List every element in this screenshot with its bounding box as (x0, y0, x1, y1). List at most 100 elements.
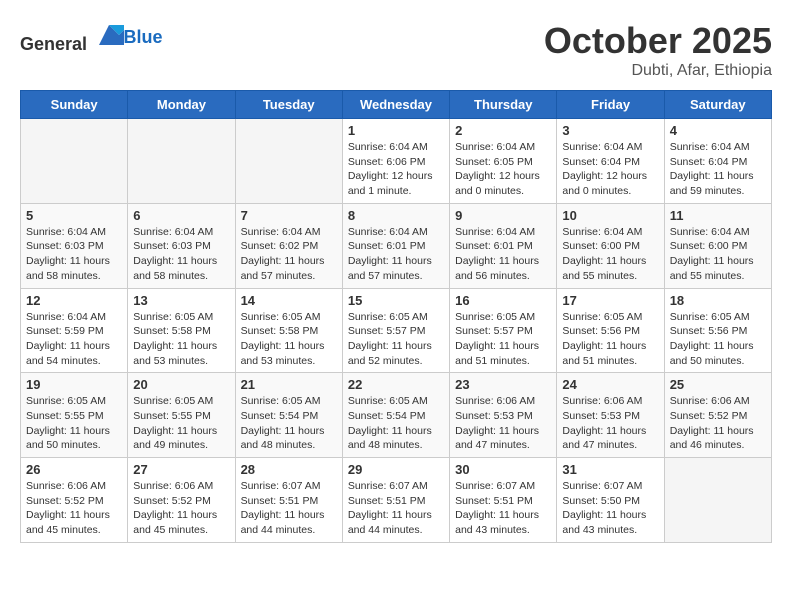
day-number: 6 (133, 208, 229, 223)
day-header-monday: Monday (128, 91, 235, 119)
day-number: 3 (562, 123, 658, 138)
day-number: 20 (133, 377, 229, 392)
calendar-cell: 16Sunrise: 6:05 AM Sunset: 5:57 PM Dayli… (450, 288, 557, 373)
logo-general: General (20, 34, 87, 54)
calendar-cell: 15 Sunrise: 6:05 AM Sunset: 5:57 PM Dayli… (342, 288, 449, 373)
calendar-cell: 18 Sunrise: 6:05 AM Sunset: 5:56 PM Dayli… (664, 288, 771, 373)
calendar-cell: 29Sunrise: 6:07 AM Sunset: 5:51 PM Dayli… (342, 458, 449, 543)
day-header-saturday: Saturday (664, 91, 771, 119)
day-info: Sunrise: 6:05 AM Sunset: 5:56 PM Dayligh… (562, 310, 658, 369)
day-info: Sunrise: 6:04 AM Sunset: 6:05 PM Dayligh… (455, 140, 551, 199)
day-number: 14 (241, 293, 337, 308)
day-number: 25 (670, 377, 766, 392)
day-info: Sunrise: 6:06 AM Sunset: 5:53 PM Dayligh… (562, 394, 658, 453)
day-number: 2 (455, 123, 551, 138)
calendar-cell: 2 Sunrise: 6:04 AM Sunset: 6:05 PM Daylig… (450, 119, 557, 204)
day-header-wednesday: Wednesday (342, 91, 449, 119)
logo: General Blue (20, 20, 163, 55)
day-info: Sunrise: 6:04 AM Sunset: 5:59 PM Dayligh… (26, 310, 122, 369)
calendar-week-1: 1Sunrise: 6:04 AM Sunset: 6:06 PM Daylig… (21, 119, 772, 204)
day-number: 5 (26, 208, 122, 223)
day-info: Sunrise: 6:04 AM Sunset: 6:03 PM Dayligh… (133, 225, 229, 284)
day-info: Sunrise: 6:05 AM Sunset: 5:56 PM Dayligh… (670, 310, 766, 369)
calendar-cell: 19 Sunrise: 6:05 AM Sunset: 5:55 PM Dayli… (21, 373, 128, 458)
day-info: Sunrise: 6:05 AM Sunset: 5:57 PM Dayligh… (455, 310, 551, 369)
day-header-friday: Friday (557, 91, 664, 119)
calendar-cell: 21Sunrise: 6:05 AM Sunset: 5:54 PM Dayli… (235, 373, 342, 458)
day-number: 15 (348, 293, 444, 308)
calendar-cell: 9 Sunrise: 6:04 AM Sunset: 6:01 PM Daylig… (450, 203, 557, 288)
day-info: Sunrise: 6:07 AM Sunset: 5:50 PM Dayligh… (562, 479, 658, 538)
day-number: 12 (26, 293, 122, 308)
day-number: 26 (26, 462, 122, 477)
day-number: 29 (348, 462, 444, 477)
calendar-cell: 14 Sunrise: 6:05 AM Sunset: 5:58 PM Dayli… (235, 288, 342, 373)
calendar-cell: 1Sunrise: 6:04 AM Sunset: 6:06 PM Daylig… (342, 119, 449, 204)
day-number: 17 (562, 293, 658, 308)
calendar-cell: 28 Sunrise: 6:07 AM Sunset: 5:51 PM Dayli… (235, 458, 342, 543)
day-number: 19 (26, 377, 122, 392)
day-number: 27 (133, 462, 229, 477)
day-number: 11 (670, 208, 766, 223)
location-title: Dubti, Afar, Ethiopia (544, 62, 772, 80)
day-info: Sunrise: 6:04 AM Sunset: 6:06 PM Dayligh… (348, 140, 444, 199)
day-info: Sunrise: 6:05 AM Sunset: 5:58 PM Dayligh… (133, 310, 229, 369)
calendar-cell: 13Sunrise: 6:05 AM Sunset: 5:58 PM Dayli… (128, 288, 235, 373)
calendar-cell: 22 Sunrise: 6:05 AM Sunset: 5:54 PM Dayli… (342, 373, 449, 458)
day-info: Sunrise: 6:06 AM Sunset: 5:52 PM Dayligh… (26, 479, 122, 538)
day-info: Sunrise: 6:06 AM Sunset: 5:52 PM Dayligh… (670, 394, 766, 453)
calendar-cell: 5Sunrise: 6:04 AM Sunset: 6:03 PM Daylig… (21, 203, 128, 288)
day-info: Sunrise: 6:04 AM Sunset: 6:04 PM Dayligh… (670, 140, 766, 199)
day-info: Sunrise: 6:07 AM Sunset: 5:51 PM Dayligh… (241, 479, 337, 538)
day-number: 28 (241, 462, 337, 477)
calendar-week-5: 26 Sunrise: 6:06 AM Sunset: 5:52 PM Dayli… (21, 458, 772, 543)
calendar-cell: 3 Sunrise: 6:04 AM Sunset: 6:04 PM Daylig… (557, 119, 664, 204)
day-info: Sunrise: 6:04 AM Sunset: 6:02 PM Dayligh… (241, 225, 337, 284)
calendar-cell: 11Sunrise: 6:04 AM Sunset: 6:00 PM Dayli… (664, 203, 771, 288)
page-header: General Blue October 2025 Dubti, Afar, E… (20, 20, 772, 80)
calendar-cell: 20 Sunrise: 6:05 AM Sunset: 5:55 PM Dayli… (128, 373, 235, 458)
day-info: Sunrise: 6:06 AM Sunset: 5:53 PM Dayligh… (455, 394, 551, 453)
calendar-cell (128, 119, 235, 204)
day-info: Sunrise: 6:04 AM Sunset: 6:04 PM Dayligh… (562, 140, 658, 199)
calendar-cell: 17 Sunrise: 6:05 AM Sunset: 5:56 PM Dayli… (557, 288, 664, 373)
calendar-cell: 24 Sunrise: 6:06 AM Sunset: 5:53 PM Dayli… (557, 373, 664, 458)
day-info: Sunrise: 6:05 AM Sunset: 5:54 PM Dayligh… (348, 394, 444, 453)
day-number: 4 (670, 123, 766, 138)
day-info: Sunrise: 6:06 AM Sunset: 5:52 PM Dayligh… (133, 479, 229, 538)
day-info: Sunrise: 6:05 AM Sunset: 5:57 PM Dayligh… (348, 310, 444, 369)
day-info: Sunrise: 6:04 AM Sunset: 6:01 PM Dayligh… (455, 225, 551, 284)
calendar-cell: 30Sunrise: 6:07 AM Sunset: 5:51 PM Dayli… (450, 458, 557, 543)
day-number: 24 (562, 377, 658, 392)
calendar-cell: 8Sunrise: 6:04 AM Sunset: 6:01 PM Daylig… (342, 203, 449, 288)
calendar-cell: 4 Sunrise: 6:04 AM Sunset: 6:04 PM Daylig… (664, 119, 771, 204)
day-info: Sunrise: 6:05 AM Sunset: 5:55 PM Dayligh… (133, 394, 229, 453)
calendar-cell: 12 Sunrise: 6:04 AM Sunset: 5:59 PM Dayli… (21, 288, 128, 373)
calendar-header-row: SundayMondayTuesdayWednesdayThursdayFrid… (21, 91, 772, 119)
day-info: Sunrise: 6:04 AM Sunset: 6:01 PM Dayligh… (348, 225, 444, 284)
calendar-week-3: 12 Sunrise: 6:04 AM Sunset: 5:59 PM Dayli… (21, 288, 772, 373)
calendar-cell: 10Sunrise: 6:04 AM Sunset: 6:00 PM Dayli… (557, 203, 664, 288)
day-info: Sunrise: 6:04 AM Sunset: 6:00 PM Dayligh… (562, 225, 658, 284)
day-info: Sunrise: 6:05 AM Sunset: 5:55 PM Dayligh… (26, 394, 122, 453)
month-title: October 2025 (544, 20, 772, 62)
logo-blue: Blue (124, 27, 163, 47)
day-number: 23 (455, 377, 551, 392)
calendar-week-2: 5 Sunrise: 6:04 AM Sunset: 6:03 PM Daylig… (21, 203, 772, 288)
logo-icon (94, 20, 124, 50)
calendar-cell (235, 119, 342, 204)
calendar-table: SundayMondayTuesdayWednesdayThursdayFrid… (20, 90, 772, 543)
day-info: Sunrise: 6:05 AM Sunset: 5:58 PM Dayligh… (241, 310, 337, 369)
day-number: 22 (348, 377, 444, 392)
day-number: 7 (241, 208, 337, 223)
day-header-thursday: Thursday (450, 91, 557, 119)
calendar-cell: 27 Sunrise: 6:06 AM Sunset: 5:52 PM Dayli… (128, 458, 235, 543)
day-header-sunday: Sunday (21, 91, 128, 119)
calendar-cell: 26 Sunrise: 6:06 AM Sunset: 5:52 PM Dayli… (21, 458, 128, 543)
calendar-cell: 23 Sunrise: 6:06 AM Sunset: 5:53 PM Dayli… (450, 373, 557, 458)
day-number: 9 (455, 208, 551, 223)
calendar-cell: 7 Sunrise: 6:04 AM Sunset: 6:02 PM Daylig… (235, 203, 342, 288)
day-info: Sunrise: 6:07 AM Sunset: 5:51 PM Dayligh… (455, 479, 551, 538)
day-number: 18 (670, 293, 766, 308)
calendar-cell (21, 119, 128, 204)
